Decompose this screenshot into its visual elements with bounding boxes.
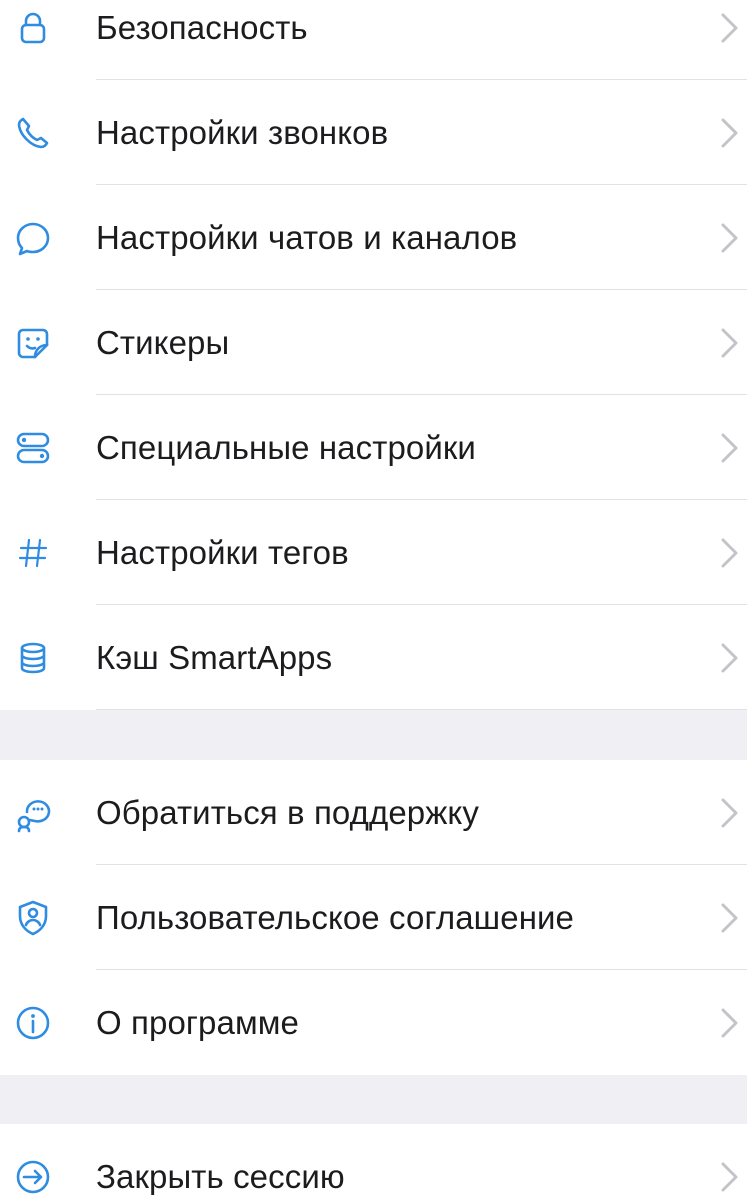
menu-item-label: Настройки чатов и каналов [96, 218, 518, 256]
chevron-right-icon [721, 1162, 738, 1191]
settings-group-session: Закрыть сессию [0, 1124, 747, 1196]
chevron-right-icon [721, 798, 738, 827]
chat-bubble-icon [8, 213, 58, 263]
menu-item-security[interactable]: Безопасность [0, 0, 747, 80]
menu-item-about[interactable]: О программе [0, 970, 747, 1075]
support-chat-icon [8, 788, 58, 838]
menu-item-special-settings[interactable]: Специальные настройки [0, 395, 747, 500]
chevron-right-icon [721, 433, 738, 462]
menu-item-label: Пользовательское соглашение [96, 898, 575, 936]
menu-item-call-settings[interactable]: Настройки звонков [0, 80, 747, 185]
menu-item-user-agreement[interactable]: Пользовательское соглашение [0, 865, 747, 970]
sticker-icon [8, 318, 58, 368]
chevron-right-icon [721, 118, 738, 147]
menu-item-label: Закрыть сессию [96, 1157, 345, 1195]
chevron-right-icon [721, 538, 738, 567]
chevron-right-icon [721, 903, 738, 932]
divider [96, 709, 747, 710]
settings-group-main: Безопасность Настройки звонков Настройки… [0, 0, 747, 710]
menu-item-label: Стикеры [96, 323, 230, 361]
menu-item-contact-support[interactable]: Обратиться в поддержку [0, 760, 747, 865]
menu-item-label: Настройки тегов [96, 533, 349, 571]
phone-icon [8, 108, 58, 158]
shield-user-icon [8, 893, 58, 943]
logout-icon [8, 1152, 58, 1196]
menu-item-label: О программе [96, 1003, 299, 1041]
menu-item-label: Безопасность [96, 8, 308, 46]
menu-item-close-session[interactable]: Закрыть сессию [0, 1124, 747, 1196]
menu-item-tag-settings[interactable]: Настройки тегов [0, 500, 747, 605]
menu-item-label: Обратиться в поддержку [96, 793, 479, 831]
lock-icon [8, 3, 58, 53]
info-icon [8, 998, 58, 1048]
menu-item-label: Настройки звонков [96, 113, 389, 151]
menu-item-label: Специальные настройки [96, 428, 476, 466]
menu-item-smartapps-cache[interactable]: Кэш SmartApps [0, 605, 747, 710]
database-icon [8, 633, 58, 683]
menu-item-label: Кэш SmartApps [96, 638, 333, 676]
menu-item-stickers[interactable]: Стикеры [0, 290, 747, 395]
settings-screen: Безопасность Настройки звонков Настройки… [0, 0, 747, 1196]
settings-group-help: Обратиться в поддержку Пользовательское … [0, 760, 747, 1075]
chevron-right-icon [721, 13, 738, 42]
menu-item-chat-settings[interactable]: Настройки чатов и каналов [0, 185, 747, 290]
toggles-icon [8, 423, 58, 473]
chevron-right-icon [721, 1008, 738, 1037]
chevron-right-icon [721, 643, 738, 672]
hashtag-icon [8, 528, 58, 578]
chevron-right-icon [721, 328, 738, 357]
chevron-right-icon [721, 223, 738, 252]
